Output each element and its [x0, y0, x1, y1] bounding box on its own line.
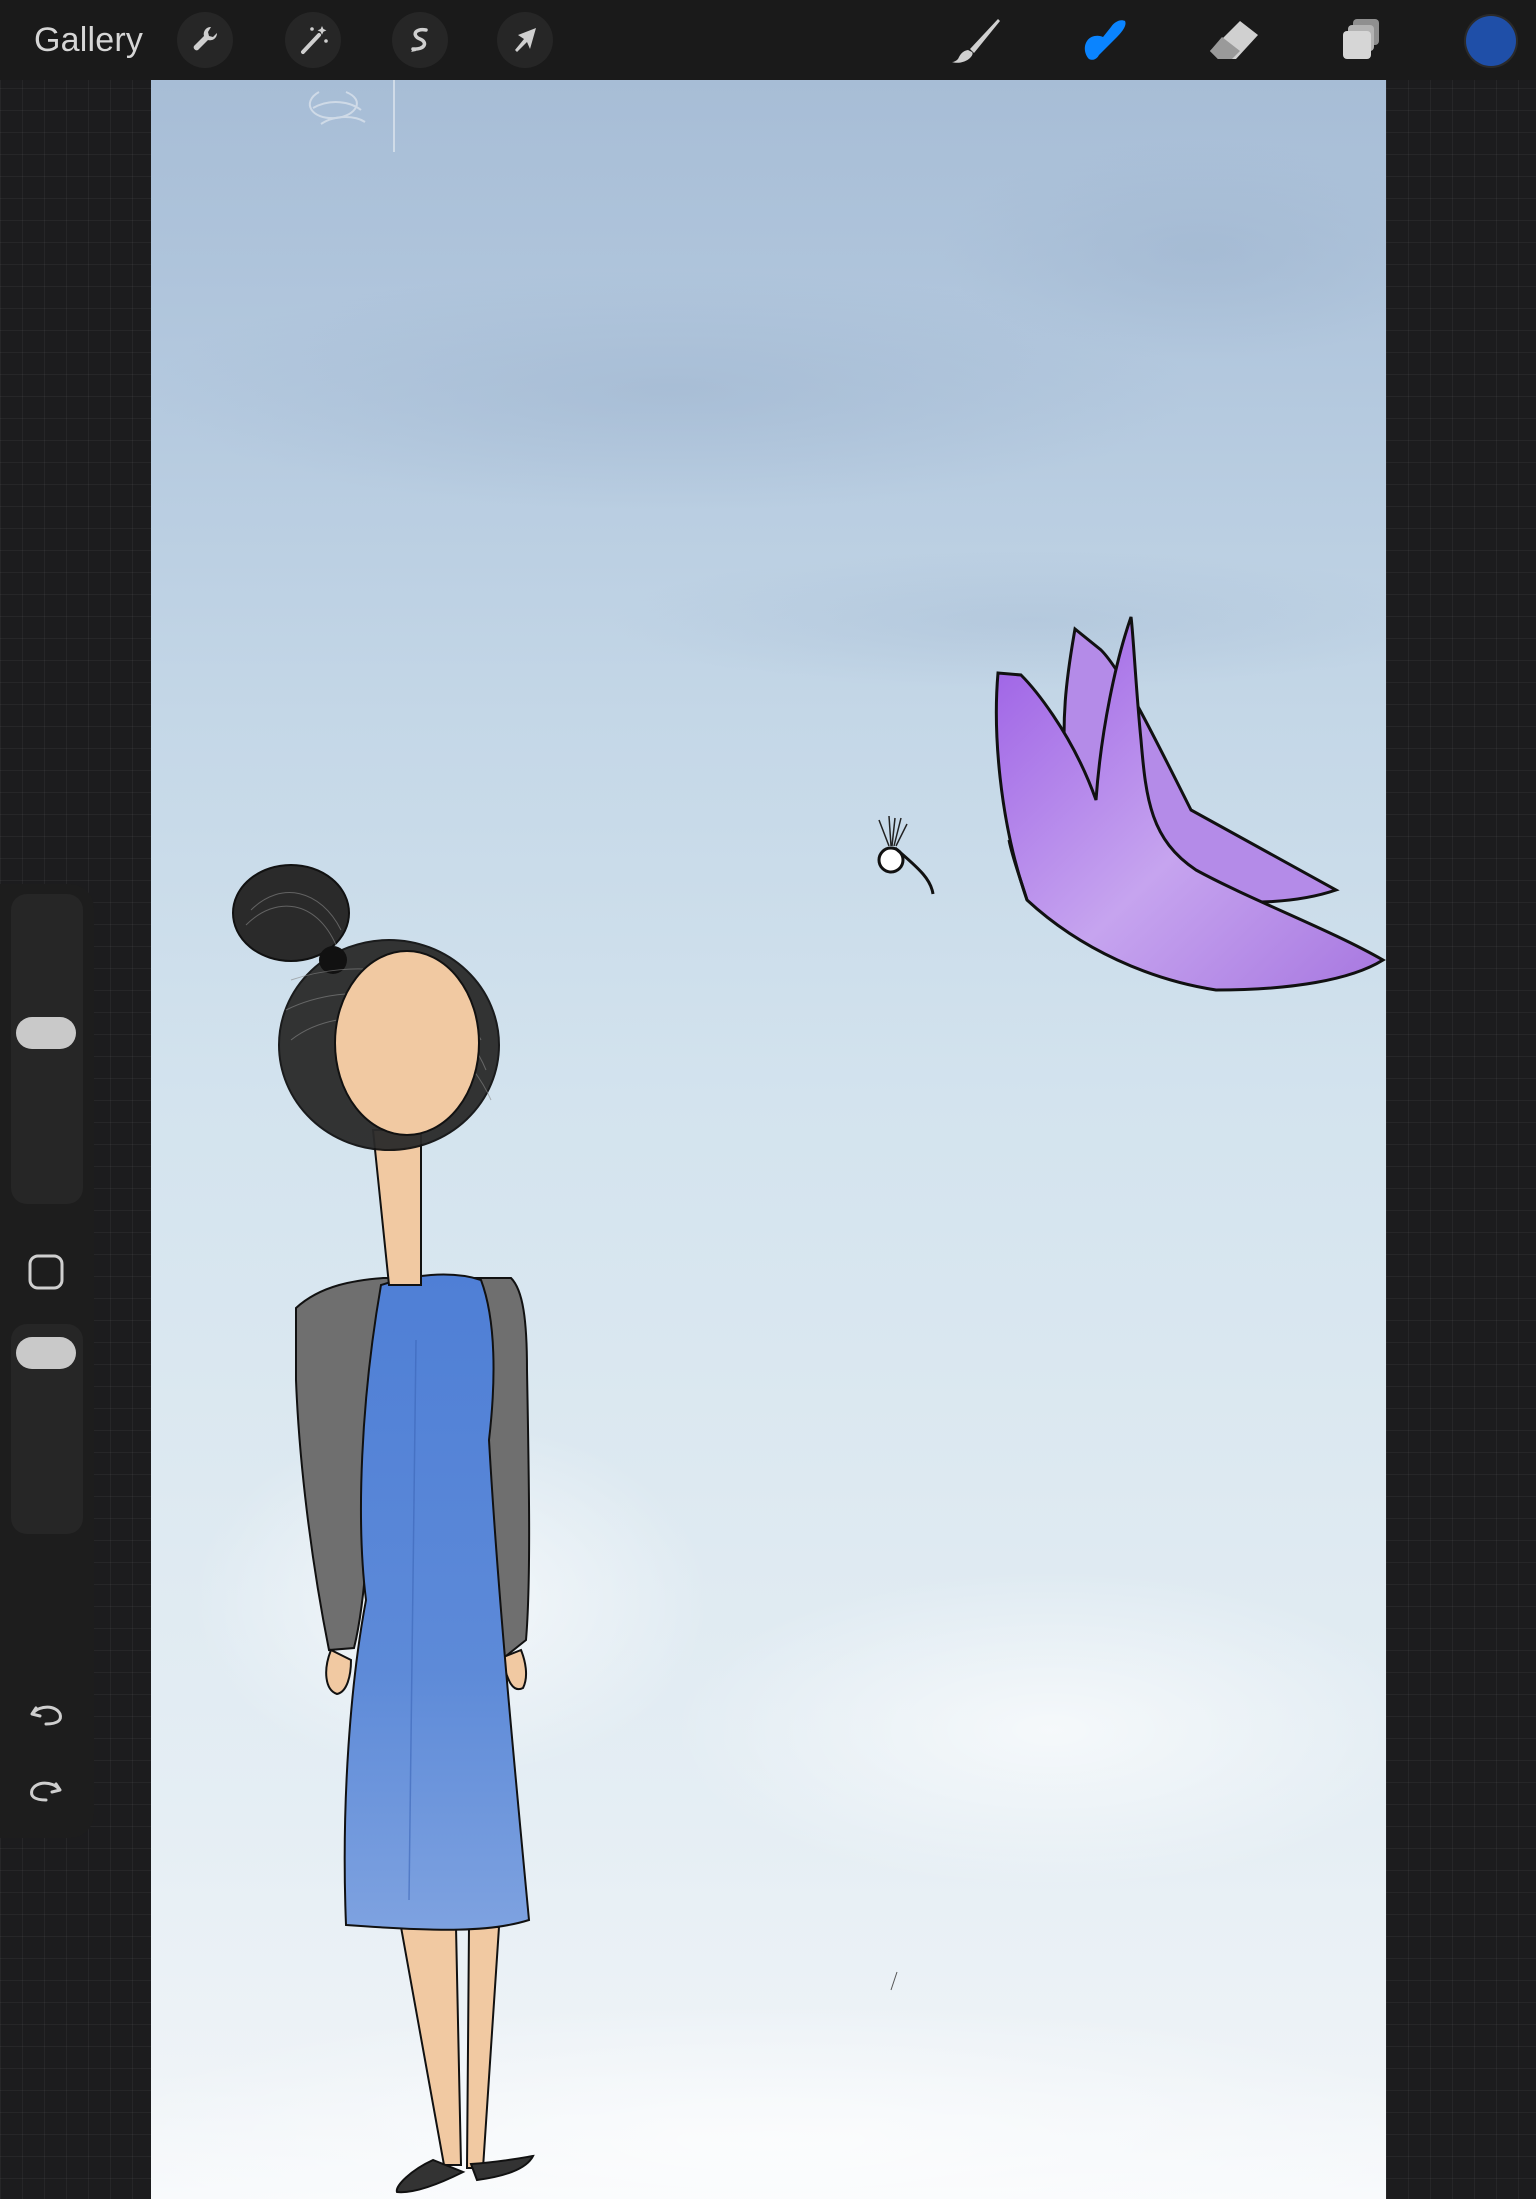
neck: [371, 1129, 422, 1286]
selection-button[interactable]: [392, 12, 448, 68]
layers-icon: [1343, 19, 1379, 59]
adjustments-button[interactable]: [285, 12, 341, 68]
selection-s-icon: [411, 27, 428, 52]
sky-wash: [611, 550, 1386, 690]
actions-button[interactable]: [177, 12, 233, 68]
opacity-thumb[interactable]: [16, 1336, 76, 1369]
modify-button[interactable]: [26, 1252, 66, 1292]
face: [334, 950, 480, 1136]
sky-wash: [151, 2000, 1386, 2199]
redo-icon: [30, 1781, 62, 1802]
smudge-finger-icon: [1084, 20, 1126, 60]
butterfly-feeler: [878, 815, 908, 847]
magic-wand-icon: [301, 26, 328, 54]
arrow-cursor-icon: [515, 28, 536, 52]
transform-button[interactable]: [497, 12, 553, 68]
artwork: [151, 80, 1386, 2199]
opacity-slider[interactable]: [11, 1324, 83, 1534]
brush-size-slider[interactable]: [11, 894, 83, 1204]
square-modifier-icon: [28, 1254, 64, 1290]
brush-size-thumb[interactable]: [16, 1017, 76, 1050]
layers-button[interactable]: [1331, 12, 1395, 68]
redo-button[interactable]: [22, 1766, 70, 1814]
undo-icon: [30, 1705, 62, 1726]
faint-sketch-mark: [308, 80, 395, 152]
brush-icon: [952, 19, 1000, 63]
brush-tool-button[interactable]: [944, 12, 1008, 68]
stray-mark: [890, 1971, 898, 1991]
eraser-tool-button[interactable]: [1202, 12, 1266, 68]
sky-wash: [671, 1570, 1386, 1890]
color-picker-button[interactable]: [1466, 16, 1516, 66]
smudge-tool-button[interactable]: [1073, 12, 1137, 68]
eraser-icon: [1210, 21, 1258, 59]
undo-button[interactable]: [22, 1690, 70, 1738]
wrench-icon: [193, 26, 218, 51]
top-toolbar: Gallery: [0, 0, 1536, 80]
gallery-button[interactable]: Gallery: [34, 18, 143, 62]
drawing-canvas[interactable]: [151, 80, 1386, 2199]
left-sidebar: [0, 884, 94, 1838]
